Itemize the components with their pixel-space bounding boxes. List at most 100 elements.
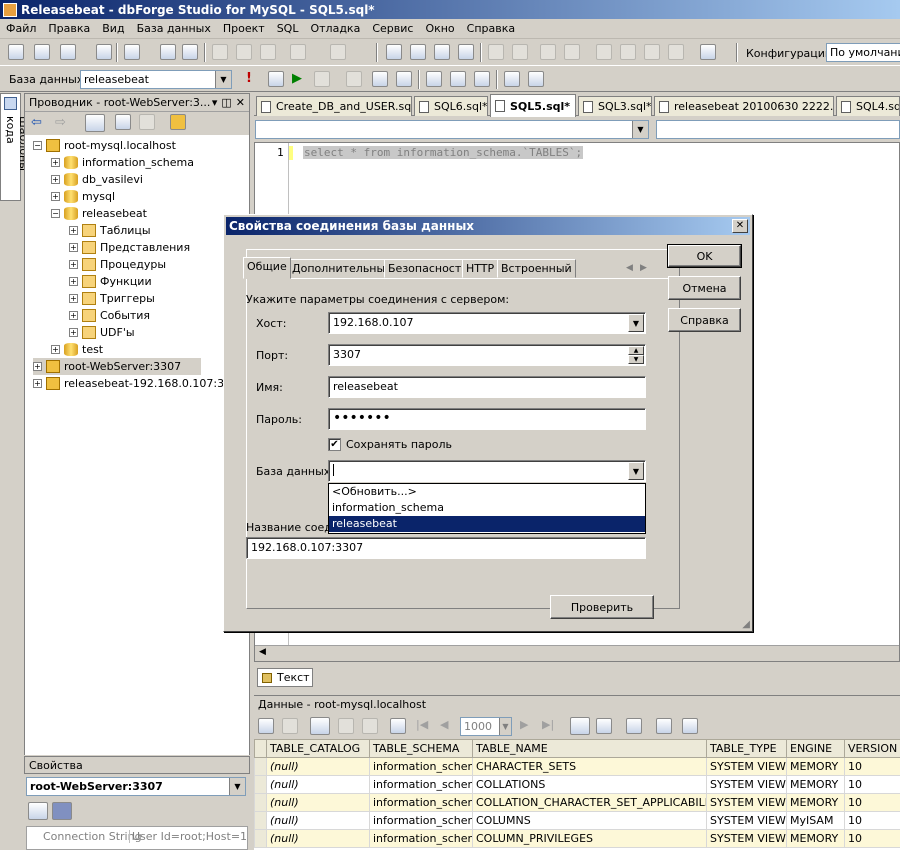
row-selector[interactable] bbox=[254, 829, 267, 848]
copy-data-icon[interactable] bbox=[390, 718, 406, 734]
tab-general[interactable]: Общие bbox=[243, 257, 291, 279]
help-button[interactable]: Справка bbox=[668, 308, 741, 332]
tree-node-root-webserver[interactable]: + root-WebServer:3307 bbox=[33, 358, 201, 375]
table-cell[interactable]: 10 bbox=[844, 829, 900, 848]
horizontal-scrollbar[interactable]: ◀ bbox=[255, 645, 899, 661]
tab-scroll-right-icon[interactable]: ▶ bbox=[640, 263, 647, 273]
new-sql-icon[interactable] bbox=[8, 44, 24, 60]
table-row[interactable]: (null) information_schema COLLATIONS SYS… bbox=[254, 775, 900, 794]
resize-grip-icon[interactable]: ◢ bbox=[742, 619, 750, 630]
tab-advanced[interactable]: Дополнительные bbox=[288, 259, 396, 278]
find-icon[interactable] bbox=[410, 44, 426, 60]
property-value[interactable]: User Id=root;Host=192. bbox=[129, 830, 247, 843]
tree-node-triggers[interactable]: + Триггеры bbox=[69, 290, 155, 307]
menu-debug[interactable]: Отладка bbox=[304, 19, 366, 39]
table-cell[interactable]: MEMORY bbox=[786, 793, 845, 812]
table-cell[interactable]: COLUMN_PRIVILEGES bbox=[472, 829, 707, 848]
tree-node-releasebeat[interactable]: − releasebeat bbox=[51, 205, 147, 222]
dropdown-option-information-schema[interactable]: information_schema bbox=[329, 500, 645, 516]
bookmark-prev-icon[interactable] bbox=[620, 44, 636, 60]
prev-page-icon[interactable]: ◀ bbox=[440, 718, 448, 731]
commit-icon[interactable] bbox=[426, 71, 442, 87]
tab-sql3[interactable]: SQL3.sql* bbox=[578, 96, 652, 116]
table-cell[interactable]: information_schema bbox=[369, 829, 473, 848]
save-password-checkbox[interactable]: ✔ bbox=[328, 438, 341, 451]
tree-node-functions[interactable]: + Функции bbox=[69, 273, 152, 290]
bookmark-clear-icon[interactable] bbox=[668, 44, 684, 60]
column-header[interactable]: VERSION bbox=[844, 739, 900, 758]
uncomment-icon[interactable] bbox=[564, 44, 580, 60]
execute-file-icon[interactable] bbox=[372, 71, 388, 87]
close-icon[interactable]: ✕ bbox=[236, 96, 245, 109]
table-cell[interactable]: COLLATION_CHARACTER_SET_APPLICABILITY bbox=[472, 793, 707, 812]
chevron-down-icon[interactable]: ▼ bbox=[628, 462, 644, 480]
back-arrow-icon[interactable]: ⇦ bbox=[31, 115, 42, 130]
highlight-icon[interactable] bbox=[434, 44, 450, 60]
close-icon[interactable]: ✕ bbox=[732, 219, 748, 233]
table-cell[interactable]: SYSTEM VIEW bbox=[706, 811, 787, 830]
bookmark-icon[interactable] bbox=[596, 44, 612, 60]
save-password-label[interactable]: Сохранять пароль bbox=[346, 438, 452, 451]
next-page-icon[interactable]: ▶ bbox=[520, 718, 528, 731]
menu-edit[interactable]: Правка bbox=[42, 19, 96, 39]
password-field[interactable]: ••••••• bbox=[328, 408, 646, 430]
undo-icon[interactable] bbox=[290, 44, 306, 60]
table-cell[interactable]: MyISAM bbox=[786, 811, 845, 830]
port-stepper[interactable]: 3307 ▲ ▼ bbox=[328, 344, 646, 366]
table-cell[interactable]: COLUMNS bbox=[472, 811, 707, 830]
table-cell[interactable]: SYSTEM VIEW bbox=[706, 757, 787, 776]
cancel-icon[interactable] bbox=[282, 718, 298, 734]
tree-node-information-schema[interactable]: + information_schema bbox=[51, 154, 194, 171]
table-cell[interactable]: information_schema bbox=[369, 757, 473, 776]
categorized-icon[interactable] bbox=[28, 802, 48, 820]
menu-file[interactable]: Файл bbox=[0, 19, 42, 39]
tree-node-mysql[interactable]: + mysql bbox=[51, 188, 115, 205]
filter-icon[interactable] bbox=[626, 718, 642, 734]
download-icon[interactable] bbox=[396, 71, 412, 87]
table-cell[interactable]: (null) bbox=[266, 775, 370, 794]
sql-code-line[interactable]: select * from information_schema.`TABLES… bbox=[303, 146, 584, 159]
execute-step-icon[interactable] bbox=[268, 71, 284, 87]
table-cell[interactable]: (null) bbox=[266, 793, 370, 812]
tab-sql4[interactable]: SQL4.sq bbox=[836, 96, 900, 116]
bookmark-next-icon[interactable] bbox=[644, 44, 660, 60]
print-icon[interactable] bbox=[682, 718, 698, 734]
list-icon[interactable] bbox=[504, 71, 520, 87]
menu-database[interactable]: База данных bbox=[131, 19, 217, 39]
dropdown-icon[interactable]: ▾ bbox=[212, 96, 218, 109]
explain-icon[interactable] bbox=[346, 71, 362, 87]
outdent-icon[interactable] bbox=[512, 44, 528, 60]
table-cell[interactable]: MEMORY bbox=[786, 829, 845, 848]
cut-icon[interactable] bbox=[212, 44, 228, 60]
member-navigator-select[interactable] bbox=[656, 120, 900, 139]
refresh-icon[interactable] bbox=[115, 114, 131, 130]
first-page-icon[interactable]: |◀ bbox=[416, 718, 428, 731]
column-header[interactable]: TABLE_NAME bbox=[472, 739, 707, 758]
table-cell[interactable]: 10 bbox=[844, 811, 900, 830]
dropdown-option-releasebeat[interactable]: releasebeat bbox=[329, 516, 645, 532]
menu-tools[interactable]: Сервис bbox=[366, 19, 419, 39]
table-cell[interactable]: COLLATIONS bbox=[472, 775, 707, 794]
tab-text[interactable]: Текст bbox=[257, 668, 313, 687]
execute-icon[interactable]: ▶ bbox=[292, 71, 302, 86]
new-object-icon[interactable] bbox=[60, 44, 76, 60]
sort-az-icon[interactable] bbox=[52, 802, 72, 820]
table-row[interactable]: (null) information_schema COLUMN_PRIVILE… bbox=[254, 829, 900, 848]
table-cell[interactable]: SYSTEM VIEW bbox=[706, 793, 787, 812]
document-icon[interactable] bbox=[700, 44, 716, 60]
tree-node-tables[interactable]: + Таблицы bbox=[69, 222, 151, 239]
comment-icon[interactable] bbox=[540, 44, 556, 60]
new-query-icon[interactable] bbox=[34, 44, 50, 60]
row-selector[interactable] bbox=[254, 793, 267, 812]
table-cell[interactable]: (null) bbox=[266, 757, 370, 776]
save-icon[interactable] bbox=[160, 44, 176, 60]
copy-icon[interactable] bbox=[236, 44, 252, 60]
tab-releasebeat-dump[interactable]: releasebeat 20100630 2222.sql bbox=[654, 96, 834, 116]
ok-button[interactable]: OK bbox=[667, 244, 742, 268]
dropdown-option-refresh[interactable]: <Обновить...> bbox=[329, 484, 645, 500]
table-row[interactable]: (null) information_schema CHARACTER_SETS… bbox=[254, 757, 900, 776]
properties-object-select[interactable]: root-WebServer:3307 ▼ bbox=[26, 777, 246, 796]
table-cell[interactable]: 10 bbox=[844, 793, 900, 812]
menu-window[interactable]: Окно bbox=[419, 19, 460, 39]
stop-icon[interactable] bbox=[314, 71, 330, 87]
